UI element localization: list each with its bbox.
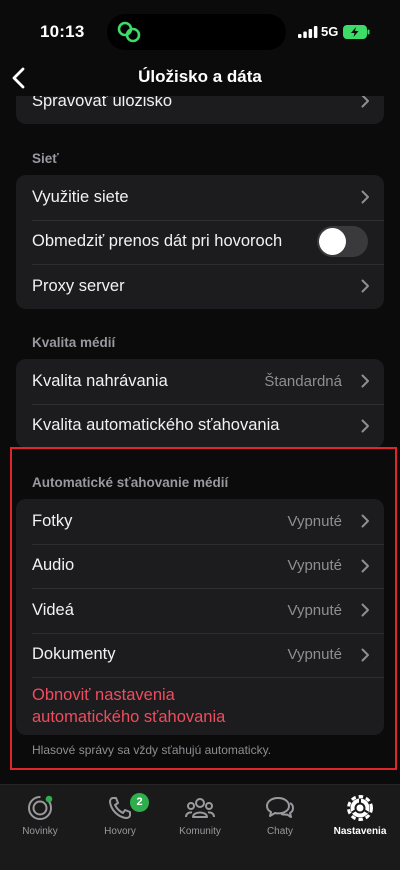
tab-settings[interactable]: Nastavenia <box>320 793 400 837</box>
media-quality-section-header: Kvalita médií <box>32 335 116 350</box>
page-title: Úložisko a dáta <box>138 67 262 86</box>
link-icon <box>117 21 141 43</box>
tab-calls[interactable]: 2 Hovory <box>80 793 160 837</box>
tab-communities[interactable]: Komunity <box>160 793 240 837</box>
communities-icon <box>185 798 215 818</box>
proxy-server-row[interactable]: Proxy server <box>16 264 384 309</box>
chevron-right-icon <box>361 190 369 204</box>
status-time: 10:13 <box>40 22 85 41</box>
tab-updates-label: Novinky <box>22 826 58 837</box>
media-quality-card: Kvalita nahrávania Štandardná Kvalita au… <box>16 359 384 448</box>
limit-calls-data-label: Obmedziť prenos dát pri hovoroch <box>32 232 283 251</box>
limit-calls-data-row: Obmedziť prenos dát pri hovoroch <box>16 219 384 265</box>
network-section-header: Sieť <box>32 151 59 166</box>
tab-calls-label: Hovory <box>104 826 136 837</box>
chats-icon <box>266 797 294 818</box>
autodownload-quality-row[interactable]: Kvalita automatického sťahovania <box>16 403 384 449</box>
network-type: 5G <box>321 24 339 39</box>
highlight-box <box>10 447 397 770</box>
tab-chats-label: Chaty <box>266 826 294 837</box>
manage-storage-label: Spravovať úložisko <box>32 96 173 110</box>
status-bar: 10:13 5G <box>0 0 400 60</box>
dynamic-island <box>107 14 286 50</box>
manage-storage-row[interactable]: Spravovať úložisko <box>16 96 384 124</box>
storage-card: Spravovať úložisko <box>16 96 384 124</box>
chevron-right-icon <box>361 374 369 388</box>
upload-quality-label: Kvalita nahrávania <box>32 371 168 390</box>
autodownload-quality-label: Kvalita automatického sťahovania <box>32 416 280 435</box>
calls-badge: 2 <box>130 793 149 812</box>
toggle-knob <box>319 228 346 256</box>
settings-icon <box>347 795 373 821</box>
chevron-right-icon <box>361 419 369 433</box>
navigation-bar: Úložisko a dáta <box>0 60 400 96</box>
proxy-server-label: Proxy server <box>32 276 125 295</box>
network-usage-row[interactable]: Využitie siete <box>16 175 384 220</box>
chevron-right-icon <box>361 96 369 108</box>
tab-communities-label: Komunity <box>179 826 221 837</box>
tab-settings-label: Nastavenia <box>333 826 387 837</box>
network-card: Využitie siete Obmedziť prenos dát pri h… <box>16 175 384 309</box>
battery-charging-icon <box>343 25 370 39</box>
updates-icon <box>28 795 53 820</box>
chevron-right-icon <box>361 279 369 293</box>
tab-bar: Novinky 2 Hovory Komunity Chaty Nastaven… <box>0 784 400 870</box>
network-usage-label: Využitie siete <box>32 187 129 206</box>
upload-quality-value: Štandardná <box>264 372 342 390</box>
tab-chats[interactable]: Chaty <box>240 793 320 837</box>
signal-icon <box>298 26 318 38</box>
limit-calls-data-toggle[interactable] <box>317 226 368 258</box>
tab-updates[interactable]: Novinky <box>0 793 80 837</box>
upload-quality-row[interactable]: Kvalita nahrávania Štandardná <box>16 359 384 404</box>
